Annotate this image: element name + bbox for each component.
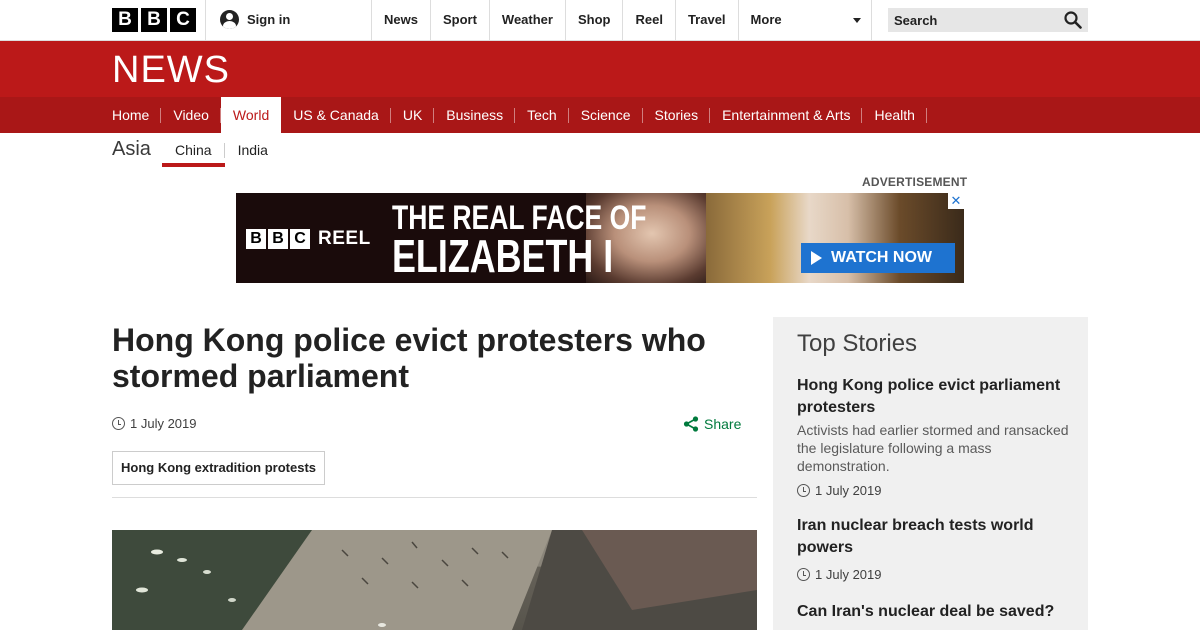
share-button[interactable]: Share bbox=[683, 416, 741, 432]
topnav-reel[interactable]: Reel bbox=[622, 0, 674, 40]
top-story-item[interactable]: Iran nuclear breach tests world powers 1… bbox=[797, 515, 1072, 582]
watch-now-button[interactable]: WATCH NOW bbox=[801, 243, 955, 273]
news-logo[interactable]: NEWS bbox=[112, 50, 230, 90]
top-story-item[interactable]: Can Iran's nuclear deal be saved? bbox=[797, 601, 1072, 623]
top-story-item[interactable]: Hong Kong police evict parliament protes… bbox=[797, 375, 1072, 498]
ad-headline-line2: ELIZABETH I bbox=[392, 230, 614, 282]
clock-icon bbox=[797, 568, 810, 581]
subsection-title[interactable]: Asia bbox=[112, 138, 151, 161]
top-story-date: 1 July 2019 bbox=[797, 483, 1072, 498]
section-navigation: Home Video World US & Canada UK Business… bbox=[0, 97, 1200, 133]
subnav-india[interactable]: India bbox=[225, 139, 281, 167]
nav-business[interactable]: Business bbox=[434, 97, 515, 133]
top-story-title[interactable]: Iran nuclear breach tests world powers bbox=[797, 515, 1072, 559]
bbc-reel-logo: B B C REEL bbox=[246, 228, 371, 250]
ad-logo-b1: B bbox=[246, 229, 266, 249]
play-icon bbox=[811, 251, 822, 265]
ad-logo-reel: REEL bbox=[318, 228, 371, 249]
top-story-summary: Activists had earlier stormed and ransac… bbox=[797, 422, 1069, 474]
share-label: Share bbox=[704, 416, 742, 432]
bbc-logo-c: C bbox=[170, 8, 196, 32]
nav-health[interactable]: Health bbox=[862, 97, 928, 133]
top-story-date-text: 1 July 2019 bbox=[815, 567, 882, 582]
top-story-date-text: 1 July 2019 bbox=[815, 483, 882, 498]
ad-logo-b2: B bbox=[268, 229, 288, 249]
topnav-shop[interactable]: Shop bbox=[564, 0, 623, 40]
top-story-title[interactable]: Can Iran's nuclear deal be saved? bbox=[797, 601, 1072, 623]
article-date-text: 1 July 2019 bbox=[130, 416, 197, 431]
top-story-date: 1 July 2019 bbox=[797, 567, 1072, 582]
subsection-navigation: China India bbox=[162, 139, 281, 167]
article-photo-graphic bbox=[112, 530, 757, 630]
chevron-down-icon bbox=[852, 18, 861, 23]
divider bbox=[112, 497, 757, 498]
nav-us-canada[interactable]: US & Canada bbox=[281, 97, 391, 133]
clock-icon bbox=[112, 417, 125, 430]
topnav-more[interactable]: More bbox=[737, 0, 872, 40]
article-headline: Hong Kong police evict protesters who st… bbox=[112, 322, 706, 394]
watch-now-label: WATCH NOW bbox=[831, 249, 933, 266]
share-icon bbox=[683, 416, 699, 432]
ad-logo-c: C bbox=[290, 229, 310, 249]
advertisement-label: ADVERTISEMENT bbox=[862, 175, 968, 189]
sign-in-label: Sign in bbox=[247, 12, 291, 27]
subnav-china[interactable]: China bbox=[162, 139, 225, 167]
masthead: B B C Sign in News Sport Weather Shop Re… bbox=[0, 0, 1200, 41]
nav-world[interactable]: World bbox=[220, 97, 282, 133]
sign-in-link[interactable]: Sign in bbox=[220, 10, 290, 29]
bbc-logo-b2: B bbox=[141, 8, 167, 32]
nav-video[interactable]: Video bbox=[161, 97, 221, 133]
top-stories-title: Top Stories bbox=[797, 330, 918, 357]
nav-science[interactable]: Science bbox=[569, 97, 643, 133]
top-navigation: News Sport Weather Shop Reel Travel More bbox=[371, 0, 872, 40]
bbc-logo[interactable]: B B C bbox=[112, 8, 196, 32]
nav-home[interactable]: Home bbox=[112, 97, 162, 133]
bbc-logo-b1: B bbox=[112, 8, 138, 32]
search-icon[interactable] bbox=[1064, 11, 1082, 29]
nav-stories[interactable]: Stories bbox=[643, 97, 711, 133]
search-box bbox=[888, 8, 1088, 32]
topnav-travel[interactable]: Travel bbox=[674, 0, 738, 40]
ad-close-icon[interactable]: ✕ bbox=[948, 193, 964, 209]
nav-uk[interactable]: UK bbox=[391, 97, 435, 133]
advertisement-banner[interactable]: B B C REEL THE REAL FACE OF ELIZABETH I … bbox=[236, 193, 964, 283]
topic-tag[interactable]: Hong Kong extradition protests bbox=[112, 451, 325, 485]
top-story-title[interactable]: Hong Kong police evict parliament protes… bbox=[797, 375, 1072, 419]
ad-headline: THE REAL FACE OF ELIZABETH I bbox=[392, 199, 646, 282]
nav-entertainment-arts[interactable]: Entertainment & Arts bbox=[710, 97, 863, 133]
topnav-news[interactable]: News bbox=[371, 0, 430, 40]
topnav-weather[interactable]: Weather bbox=[488, 0, 565, 40]
article-date: 1 July 2019 bbox=[112, 416, 197, 431]
divider bbox=[205, 0, 206, 40]
search-input[interactable] bbox=[888, 8, 1058, 32]
topnav-more-label: More bbox=[750, 12, 782, 27]
nav-tech[interactable]: Tech bbox=[515, 97, 569, 133]
clock-icon bbox=[797, 484, 810, 497]
topnav-sport[interactable]: Sport bbox=[429, 0, 489, 40]
top-stories-panel: Top Stories Hong Kong police evict parli… bbox=[773, 317, 1088, 630]
user-icon bbox=[220, 10, 239, 29]
article-photo bbox=[112, 530, 757, 630]
